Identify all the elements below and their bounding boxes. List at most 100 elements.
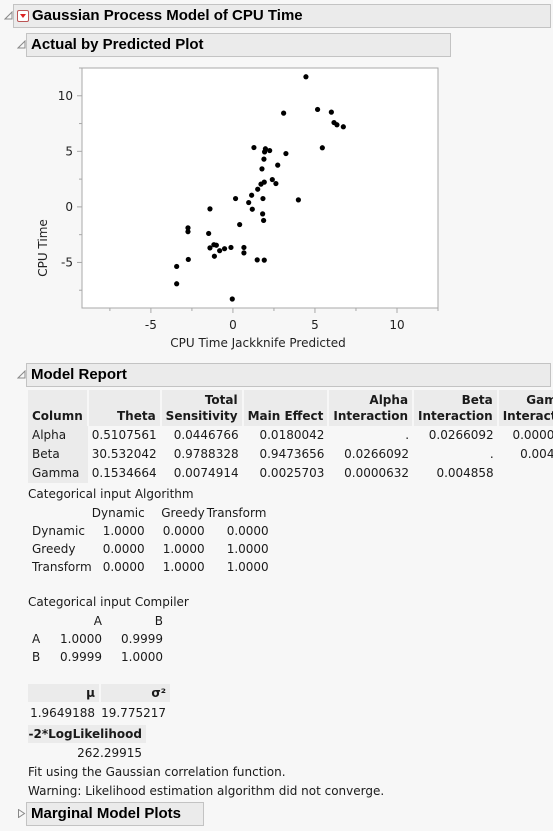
- data-point[interactable]: [241, 250, 247, 256]
- data-point[interactable]: [334, 122, 340, 128]
- marginal-model-plots-header[interactable]: Marginal Model Plots: [26, 802, 204, 826]
- data-point[interactable]: [273, 180, 279, 187]
- col-header-gamma-interaction: GammaInteraction: [496, 390, 553, 426]
- matrix-cell: 0.9999: [121, 632, 163, 646]
- table-cell: 0.5107561: [91, 428, 157, 442]
- matrix-row: Dynamic 1.0000 0.0000 0.0000: [32, 522, 269, 540]
- data-point[interactable]: [261, 217, 267, 224]
- matrix-header-row: Dynamic Greedy Transform: [32, 504, 269, 522]
- matrix-row-label: Transform: [32, 560, 92, 574]
- col-header-column: Column: [28, 390, 88, 426]
- data-point[interactable]: [261, 156, 267, 162]
- col-header-main-effect: Main Effect: [241, 390, 329, 426]
- matrix-row: Greedy 0.0000 1.0000 1.0000: [32, 540, 269, 558]
- data-point[interactable]: [185, 256, 191, 263]
- y-axis: -5 0 5 10: [58, 67, 82, 291]
- data-point[interactable]: [275, 162, 281, 168]
- table-cell: 0.9788328: [173, 447, 239, 461]
- table-cell: 0.0074914: [173, 466, 239, 480]
- matrix-row: A 1.0000 0.9999: [32, 630, 163, 648]
- data-point[interactable]: [228, 244, 234, 251]
- data-point[interactable]: [281, 110, 287, 116]
- data-point[interactable]: [174, 263, 180, 270]
- x-axis: -5 0 5 10: [109, 308, 439, 332]
- data-point[interactable]: [249, 206, 255, 212]
- model-report-title: Model Report: [31, 366, 127, 383]
- data-point[interactable]: [174, 281, 180, 287]
- data-point[interactable]: [251, 144, 257, 151]
- data-point[interactable]: [269, 176, 275, 183]
- data-point[interactable]: [260, 195, 266, 202]
- collapse-triangle-icon[interactable]: [17, 40, 26, 49]
- row-label: Alpha: [28, 426, 88, 445]
- data-point[interactable]: [246, 199, 252, 206]
- matrix-row-label: B: [32, 650, 41, 664]
- data-point[interactable]: [261, 149, 268, 155]
- data-point[interactable]: [254, 257, 260, 263]
- matrix-cell: 1.0000: [162, 542, 205, 556]
- data-point[interactable]: [206, 230, 212, 237]
- data-point[interactable]: [211, 253, 217, 259]
- fit-note: Fit using the Gaussian correlation funct…: [28, 765, 286, 779]
- data-point[interactable]: [303, 74, 309, 80]
- data-point[interactable]: [249, 192, 255, 198]
- table-row: Alpha 0.5107561 0.0446766 0.0180042. 0.02660…: [28, 426, 553, 445]
- data-point[interactable]: [229, 296, 235, 302]
- data-point[interactable]: [283, 150, 289, 157]
- data-point[interactable]: [221, 246, 228, 252]
- collapse-triangle-icon[interactable]: [4, 11, 13, 20]
- data-point[interactable]: [237, 221, 243, 228]
- data-point[interactable]: [260, 211, 266, 217]
- x-tick-label: 5: [311, 318, 319, 332]
- col-header-total-sensitivity: Total Sensitivity: [159, 390, 243, 426]
- y-tick-label: 5: [65, 144, 73, 158]
- data-point[interactable]: [340, 124, 346, 130]
- table-cell: 0.004858: [436, 466, 494, 480]
- data-point[interactable]: [217, 248, 223, 254]
- mu-value: 1.9649188: [30, 706, 95, 720]
- data-point[interactable]: [267, 147, 273, 154]
- data-point[interactable]: [255, 186, 261, 192]
- expand-triangle-icon[interactable]: [17, 809, 26, 818]
- sigma2-header: σ²: [101, 684, 170, 702]
- y-tick-label: 10: [58, 89, 73, 103]
- y-tick-label: -5: [61, 255, 73, 269]
- y-axis-label: CPU Time: [36, 219, 50, 277]
- mu-header: μ: [28, 684, 99, 702]
- col-header-alpha-interaction: Alpha Interaction: [327, 390, 414, 426]
- data-point[interactable]: [213, 242, 219, 248]
- matrix-cell: 1.0000: [226, 542, 269, 556]
- data-point[interactable]: [185, 229, 191, 235]
- matrix-col-header: A: [93, 614, 102, 628]
- table-row: Gamma 0.1534664 0.0074914 0.0025703 0.000063…: [28, 464, 553, 483]
- matrix-row: B 0.9999 1.0000: [32, 648, 163, 666]
- report-title: Gaussian Process Model of CPU Time: [32, 7, 303, 24]
- data-point[interactable]: [232, 195, 239, 202]
- data-point[interactable]: [207, 245, 213, 251]
- report-title-bar[interactable]: Gaussian Process Model of CPU Time: [13, 4, 551, 28]
- data-point[interactable]: [328, 109, 334, 115]
- red-triangle-menu-icon[interactable]: [17, 10, 29, 22]
- matrix-cell: 0.9999: [60, 650, 102, 664]
- x-tick-label: 0: [229, 318, 237, 332]
- table-cell: 0.0266092: [428, 428, 494, 442]
- data-point[interactable]: [261, 257, 267, 263]
- matrix-row-label: A: [32, 632, 41, 646]
- table-cell: 0.004858: [520, 447, 553, 461]
- model-report-header[interactable]: Model Report: [26, 363, 551, 387]
- x-tick-label: -5: [145, 318, 157, 332]
- data-point[interactable]: [258, 181, 264, 187]
- matrix-cell: 1.0000: [121, 650, 163, 664]
- collapse-triangle-icon[interactable]: [17, 370, 26, 379]
- data-point[interactable]: [295, 197, 301, 203]
- data-point[interactable]: [319, 145, 325, 151]
- data-point[interactable]: [259, 166, 265, 172]
- matrix-row-label: Dynamic: [32, 524, 85, 538]
- row-label: Beta: [28, 445, 88, 464]
- actual-by-predicted-header[interactable]: Actual by Predicted Plot: [26, 33, 451, 57]
- matrix-cell: 1.0000: [226, 560, 269, 574]
- data-point[interactable]: [314, 106, 321, 113]
- data-point[interactable]: [241, 244, 247, 251]
- data-point[interactable]: [207, 206, 213, 212]
- matrix-row: Transform 0.0000 1.0000 1.0000: [32, 558, 269, 576]
